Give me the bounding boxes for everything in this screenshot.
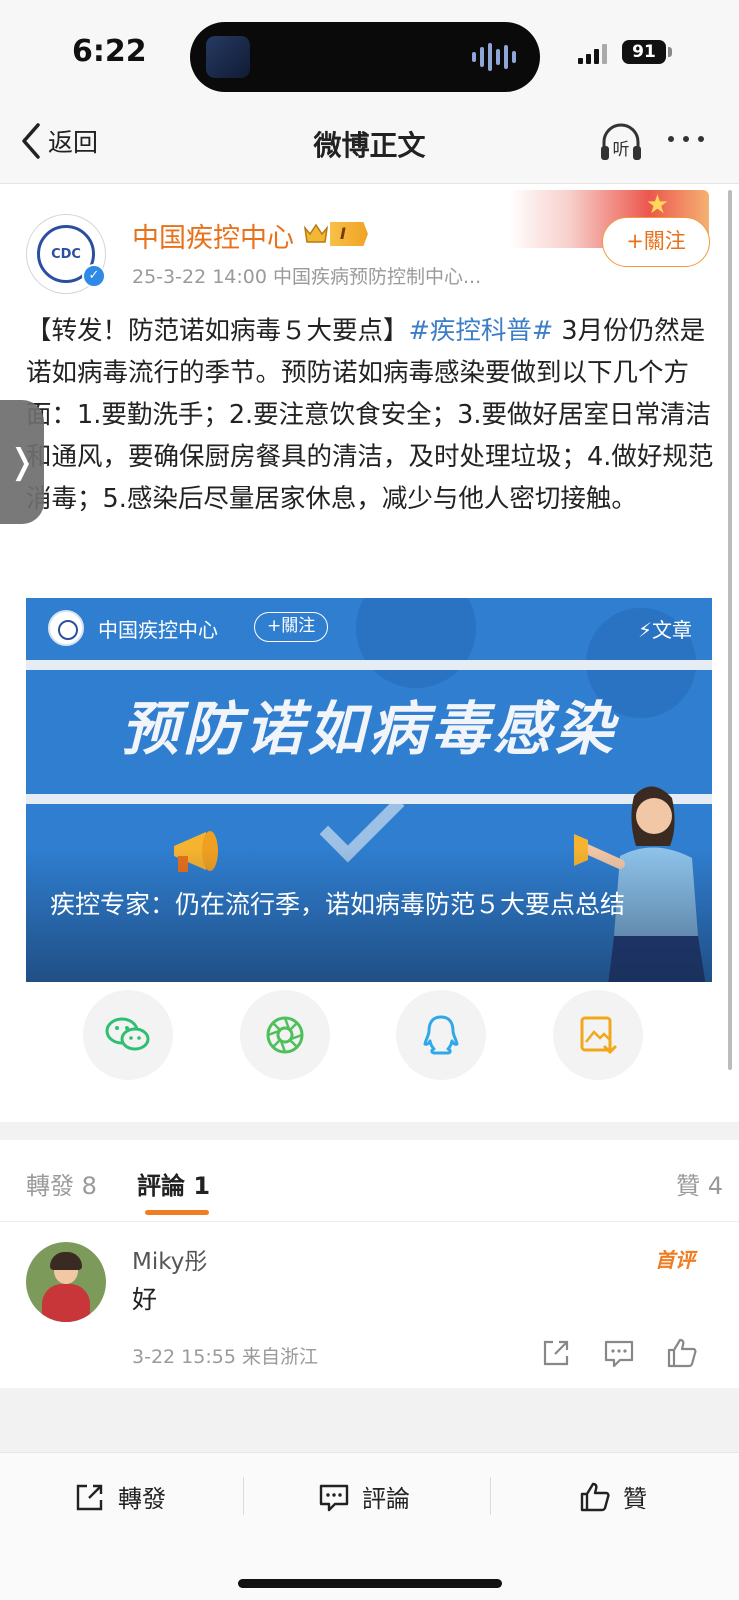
hashtag-link[interactable]: #疾控科普#: [409, 316, 554, 346]
more-dot-icon: [698, 136, 704, 142]
share-moments-button[interactable]: [240, 990, 330, 1080]
commenter-name[interactable]: Miky彤: [132, 1242, 207, 1276]
article-source-name: 中国疾控中心: [98, 618, 218, 642]
comment-text: 好: [132, 1285, 158, 1314]
qq-icon: [423, 1015, 459, 1055]
listen-label: 听: [613, 140, 630, 160]
more-dot-icon: [683, 136, 689, 142]
share-qq-button[interactable]: [396, 990, 486, 1080]
status-bar: 6:22 91: [0, 0, 739, 106]
crown-icon: [303, 223, 329, 243]
post-meta: 25-3-22 14:00 中国疾病预防控制中心...: [132, 266, 482, 288]
verified-badge-icon: ✓: [82, 264, 106, 288]
like-button[interactable]: 贊: [579, 1479, 647, 1514]
listen-button[interactable]: 听: [598, 120, 644, 164]
post-card: ★ CDC ✓ 中国疾控中心 I 25-3-22 14:00 中国疾病预防控制中…: [0, 184, 739, 1122]
comment-label: 評論: [362, 1485, 410, 1513]
bottom-action-bar: 轉發 評論 贊: [0, 1452, 739, 1600]
status-time: 6:22: [72, 34, 147, 69]
article-follow-button[interactable]: +關注: [254, 612, 329, 642]
headphones-icon: 听: [601, 123, 641, 160]
comment-like-icon[interactable]: [665, 1336, 699, 1370]
save-image-icon: [580, 1016, 617, 1055]
article-source-logo: [48, 610, 84, 646]
post-text-title: 【转发！防范诺如病毒５大要点】: [26, 316, 409, 346]
dynamic-island[interactable]: [190, 22, 540, 92]
now-playing-artwork: [206, 36, 250, 78]
moments-icon: [266, 1016, 304, 1054]
interaction-tabs: 轉發 8 評論 1 贊 4: [0, 1140, 739, 1222]
first-comment-badge: 首评: [655, 1248, 695, 1272]
article-type-label: ⚡文章: [637, 618, 692, 642]
cellular-signal-icon: [578, 44, 607, 64]
side-panel-handle[interactable]: ❭: [0, 400, 44, 524]
post-text: 【转发！防范诺如病毒５大要点】#疾控科普# 3月份仍然是诺如病毒流行的季节。预防…: [26, 310, 714, 520]
article-caption: 疾控专家：仍在流行季，诺如病毒防范５大要点总结: [50, 890, 626, 919]
divider: [243, 1477, 244, 1515]
star-emblem-icon: ★: [645, 190, 669, 220]
comment-repost-icon[interactable]: [539, 1336, 573, 1370]
follow-button[interactable]: +關注: [602, 217, 710, 267]
author-name[interactable]: 中国疾控中心: [132, 216, 294, 255]
save-image-button[interactable]: [553, 990, 643, 1080]
repost-icon: [76, 1484, 103, 1510]
audio-waveform-icon: [472, 42, 516, 72]
divider: [26, 660, 712, 670]
scrollbar[interactable]: [728, 190, 732, 1070]
decor-circle: [356, 598, 476, 688]
comment-meta: 3-22 15:55 来自浙江: [132, 1346, 318, 1368]
battery-icon: 91: [622, 40, 666, 64]
like-label: 贊: [623, 1485, 647, 1513]
more-dot-icon: [668, 136, 674, 142]
commenter-avatar[interactable]: [26, 1242, 106, 1322]
wechat-icon: [105, 1017, 150, 1051]
share-wechat-button[interactable]: [83, 990, 173, 1080]
active-tab-indicator: [145, 1210, 209, 1215]
home-indicator[interactable]: [238, 1579, 502, 1588]
more-options-button[interactable]: [668, 136, 704, 142]
tab-like[interactable]: 贊 4: [676, 1166, 723, 1201]
divider: [490, 1477, 491, 1515]
comment-item: Miky彤 首评 好 3-22 15:55 来自浙江: [0, 1222, 739, 1388]
article-headline: 预防诺如病毒感染: [120, 695, 617, 763]
nav-bar: 返回 微博正文 听: [0, 106, 739, 184]
repost-label: 轉發: [118, 1485, 166, 1513]
comment-reply-icon[interactable]: [602, 1336, 636, 1370]
article-preview-card[interactable]: 中国疾控中心 +關注 ⚡文章 预防诺如病毒感染 疾控专家：仍在流行季，诺如病毒防…: [26, 598, 712, 982]
battery-tip: [668, 47, 672, 57]
member-level-badge: I: [330, 222, 368, 246]
comment-icon: [319, 1484, 349, 1511]
tab-repost[interactable]: 轉發 8: [26, 1166, 97, 1201]
comment-button[interactable]: 評論: [318, 1479, 410, 1514]
tab-comment[interactable]: 評論 1: [137, 1166, 210, 1201]
repost-button[interactable]: 轉發: [74, 1479, 166, 1514]
thumbs-up-icon: [580, 1482, 610, 1511]
